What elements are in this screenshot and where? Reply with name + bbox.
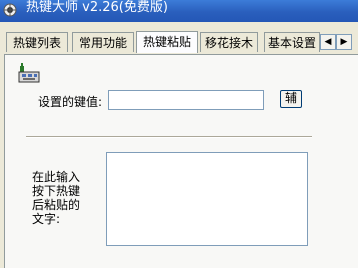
hotkey-value-label: 设置的键值: (38, 95, 103, 109)
window-title: 热键大师 v2.26(免费版) (26, 0, 168, 15)
hotkey-value-input[interactable] (108, 90, 264, 110)
app-icon (2, 2, 18, 18)
hotkey-assist-button[interactable]: 辅 (280, 90, 302, 108)
tab-hotkey-paste[interactable]: 热键粘贴 (136, 31, 198, 53)
tab-strip: 热键列表 常用功能 热键粘贴 移花接木 基本设置 (6, 31, 358, 54)
section-divider (26, 136, 312, 138)
tab-scroll-right-button[interactable]: ▶ (336, 34, 352, 50)
tab-scroll-buttons: ◀ ▶ (320, 34, 352, 50)
tab-transplant[interactable]: 移花接木 (200, 32, 258, 52)
tab-scroll-left-button[interactable]: ◀ (320, 34, 336, 50)
paste-text-label: 在此输入 按下热键 后粘贴的 文字: (32, 170, 81, 226)
tab-common-functions[interactable]: 常用功能 (72, 32, 134, 52)
paste-text-area[interactable] (106, 152, 308, 246)
arrow-right-icon: ▶ (340, 37, 348, 47)
tab-basic-settings[interactable]: 基本设置 (264, 32, 320, 52)
title-bar: 热键大师 v2.26(免费版) (0, 0, 358, 22)
keyboard-hotkey-icon (18, 62, 42, 84)
arrow-left-icon: ◀ (324, 37, 332, 47)
tab-hotkey-list[interactable]: 热键列表 (6, 32, 68, 52)
